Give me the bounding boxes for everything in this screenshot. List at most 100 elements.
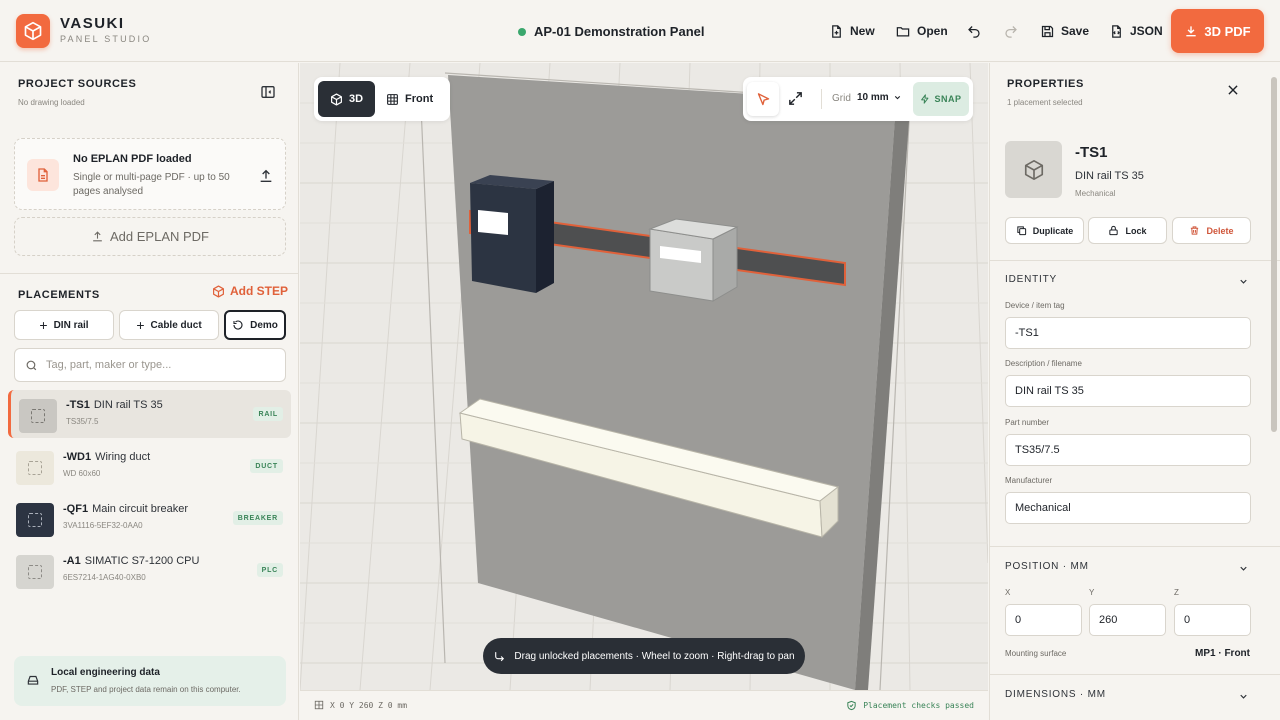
description-field[interactable] [1005,375,1251,407]
scene[interactable] [300,63,988,690]
item-thumbnail [1005,141,1062,198]
grid-icon [314,700,324,710]
save-button[interactable]: Save [1040,22,1089,40]
lock-button[interactable]: Lock [1088,217,1167,244]
placement-row[interactable]: -A1 SIMATIC S7-1200 CPU 6ES7214-1AG40-0XB… [8,546,291,594]
add-step-button[interactable]: Add STEP [212,284,288,298]
placement-thumb [16,503,54,537]
placement-checks: Placement checks passed [846,700,974,711]
eplan-card-desc: Single or multi-page PDF · up to 50 page… [73,172,230,197]
properties-panel: PROPERTIES 1 placement selected -TS1 DIN… [989,63,1280,720]
manufacturer-label: Manufacturer [1005,476,1053,485]
manufacturer-field[interactable] [1005,492,1251,524]
new-button[interactable]: New [829,22,875,40]
reset-icon [233,320,243,330]
shield-check-icon [847,700,856,711]
scrollbar-thumb[interactable] [1271,77,1277,432]
plc-front [649,228,714,302]
placement-part: WD 60x60 [63,469,101,478]
expand-icon[interactable] [787,90,804,112]
save-label: Save [1061,24,1090,38]
chevron-down-icon[interactable] [1238,689,1249,707]
collapse-panel-icon[interactable] [260,84,276,105]
left-panel: PROJECT SOURCES No drawing loaded No EPL… [0,63,299,720]
open-label: Open [917,24,948,38]
part-number-field[interactable] [1005,434,1251,466]
divider [990,546,1280,547]
demo-button[interactable]: Demo [224,310,286,340]
breaker-side [536,181,554,293]
position-z-field[interactable] [1174,604,1251,636]
placement-row[interactable]: -QF1 Main circuit breaker 3VA1116-5EF32-0… [8,494,291,542]
view-3d-label: 3D [348,93,364,105]
hint-text: Drag unlocked placements · Wheel to zoom… [514,650,795,662]
new-file-icon [832,24,841,38]
mounting-surface-value[interactable]: MP1 · Front [1195,648,1250,659]
add-step-label: Add STEP [230,284,289,298]
placement-search[interactable] [14,348,286,382]
app-header: VASUKI PANEL STUDIO AP-01 Demonstration … [0,0,1280,62]
type-badge: BREAKER [232,511,283,525]
position-section-title: POSITION · MM [1005,561,1089,572]
drag-icon [495,651,505,661]
3d-viewport[interactable]: 3D Front Grid 10 mm SNAP Drag unlocked p… [300,63,988,720]
device-tag-field[interactable] [1005,317,1251,349]
eplan-dropzone[interactable]: No EPLAN PDF loaded Single or multi-page… [14,138,286,210]
chevron-down-icon[interactable] [1238,274,1249,292]
eplan-card-title: No EPLAN PDF loaded [73,153,192,165]
json-label: JSON [1130,24,1163,38]
duplicate-label: Duplicate [1032,225,1074,236]
grid-size-select[interactable]: 10 mm [857,92,902,103]
brand-subtitle: PANEL STUDIO [60,34,152,44]
divider [0,273,299,274]
identity-section-title: IDENTITY [1005,274,1057,285]
add-eplan-label: Add EPLAN PDF [110,229,209,244]
chevron-down-icon[interactable] [1238,561,1249,579]
logo-icon [16,14,50,48]
placement-row[interactable]: -WD1 Wiring duct WD 60x60 DUCT [8,442,291,490]
json-button[interactable]: JSON [1109,22,1163,40]
viewport-toolbar: Grid 10 mm SNAP [743,77,973,121]
redo-button[interactable] [1003,22,1019,40]
plus-icon: + [39,317,48,333]
select-tool-button[interactable] [747,82,779,116]
position-y-field[interactable] [1089,604,1166,636]
view-front-label: Front [405,93,434,105]
duplicate-button[interactable]: Duplicate [1005,217,1084,244]
mounting-surface-label: Mounting surface [1005,649,1067,658]
item-tag: -TS1 [1075,144,1108,161]
trash-icon [1191,226,1199,235]
close-icon[interactable] [1226,83,1240,102]
cursor-icon [757,92,769,105]
checks-text: Placement checks passed [863,701,974,710]
position-x-field[interactable] [1005,604,1082,636]
snap-toggle[interactable]: SNAP [913,82,969,116]
properties-title: PROPERTIES [1007,78,1084,90]
view-front-button[interactable]: Front [386,81,433,117]
search-input[interactable] [46,359,266,371]
placement-row[interactable]: -TS1 DIN rail TS 35 TS35/7.5 RAIL [8,390,291,438]
add-eplan-button[interactable]: Add EPLAN PDF [14,217,286,256]
upload-icon [93,231,102,242]
add-cable-duct-button[interactable]: + Cable duct [119,310,219,340]
description-label: Description / filename [1005,359,1082,368]
placement-tag: -TS1 DIN rail TS 35 [66,399,163,411]
upload-icon[interactable] [258,168,274,189]
open-button[interactable]: Open [895,22,948,40]
new-label: New [850,24,875,38]
snap-label: SNAP [934,94,962,104]
undo-button[interactable] [966,22,982,40]
item-category: Mechanical [1075,189,1116,198]
view-3d-button[interactable]: 3D [318,81,375,117]
placement-tag: -A1 SIMATIC S7-1200 CPU [63,555,200,567]
type-badge: PLC [256,563,283,577]
local-data-title: Local engineering data [51,667,160,678]
interaction-hint: Drag unlocked placements · Wheel to zoom… [483,638,805,674]
add-din-rail-button[interactable]: + DIN rail [14,310,114,340]
copy-icon [1017,226,1026,236]
cube-icon [213,284,224,298]
export-3d-pdf-button[interactable]: 3D PDF [1171,9,1264,53]
delete-button[interactable]: Delete [1172,217,1251,244]
download-icon [1186,26,1197,37]
placement-tag: -QF1 Main circuit breaker [63,503,189,515]
